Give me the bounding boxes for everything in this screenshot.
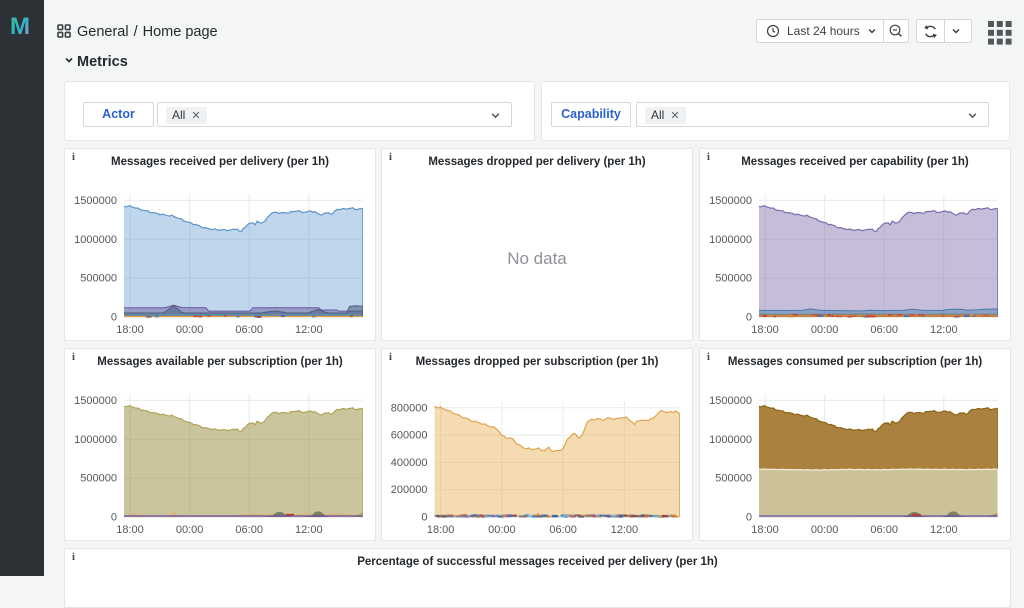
- svg-text:00:00: 00:00: [811, 324, 839, 336]
- svg-text:0: 0: [746, 512, 752, 524]
- svg-text:12:00: 12:00: [295, 324, 323, 336]
- svg-text:18:00: 18:00: [116, 524, 144, 536]
- svg-text:00:00: 00:00: [176, 324, 204, 336]
- svg-text:500000: 500000: [80, 473, 117, 485]
- svg-text:200000: 200000: [391, 484, 428, 496]
- svg-text:500000: 500000: [80, 273, 117, 285]
- svg-text:500000: 500000: [715, 473, 752, 485]
- svg-text:600000: 600000: [391, 430, 428, 442]
- svg-text:400000: 400000: [391, 457, 428, 469]
- svg-text:06:00: 06:00: [870, 524, 898, 536]
- svg-text:1500000: 1500000: [74, 395, 117, 407]
- svg-text:12:00: 12:00: [295, 524, 323, 536]
- svg-text:1000000: 1000000: [709, 434, 752, 446]
- svg-text:1000000: 1000000: [74, 234, 117, 246]
- svg-text:00:00: 00:00: [176, 524, 204, 536]
- svg-text:0: 0: [746, 312, 752, 324]
- svg-text:06:00: 06:00: [870, 324, 898, 336]
- svg-text:500000: 500000: [715, 273, 752, 285]
- svg-text:12:00: 12:00: [611, 524, 639, 536]
- svg-text:18:00: 18:00: [751, 524, 779, 536]
- svg-text:1000000: 1000000: [74, 434, 117, 446]
- svg-text:0: 0: [421, 512, 427, 524]
- svg-text:06:00: 06:00: [549, 524, 577, 536]
- svg-text:1000000: 1000000: [709, 234, 752, 246]
- svg-text:18:00: 18:00: [116, 324, 144, 336]
- svg-text:06:00: 06:00: [235, 324, 263, 336]
- svg-text:0: 0: [111, 312, 117, 324]
- svg-text:18:00: 18:00: [751, 324, 779, 336]
- svg-text:M: M: [10, 13, 30, 37]
- svg-text:0: 0: [111, 512, 117, 524]
- svg-text:18:00: 18:00: [427, 524, 455, 536]
- svg-text:1500000: 1500000: [709, 195, 752, 207]
- svg-text:00:00: 00:00: [811, 524, 839, 536]
- svg-text:12:00: 12:00: [930, 324, 958, 336]
- svg-text:800000: 800000: [391, 402, 428, 414]
- svg-text:06:00: 06:00: [235, 524, 263, 536]
- svg-text:00:00: 00:00: [488, 524, 516, 536]
- svg-text:12:00: 12:00: [930, 524, 958, 536]
- svg-text:1500000: 1500000: [74, 195, 117, 207]
- svg-text:1500000: 1500000: [709, 395, 752, 407]
